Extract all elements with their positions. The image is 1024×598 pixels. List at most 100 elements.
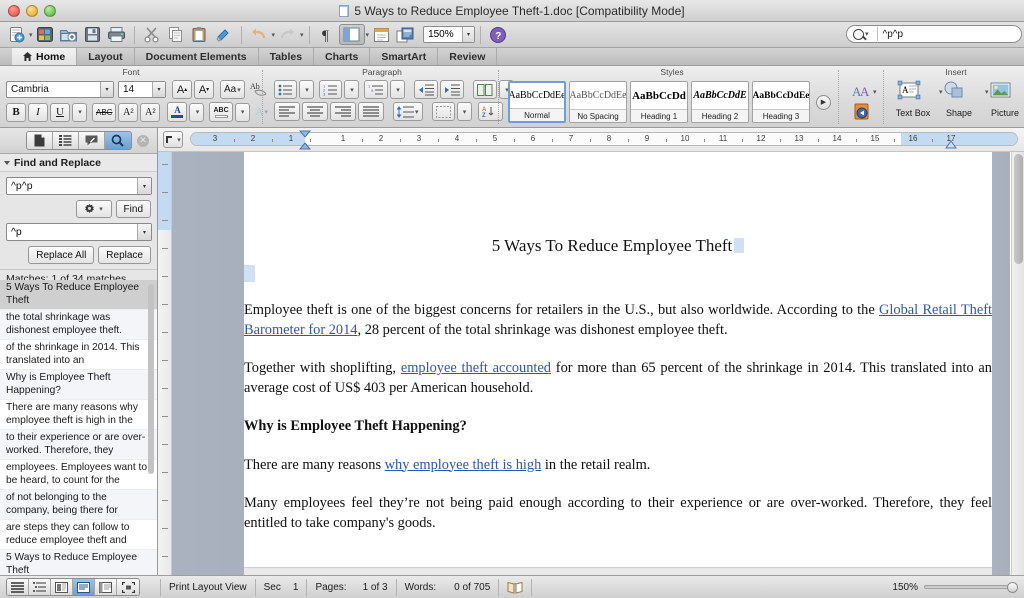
notebook-view-icon[interactable] [369, 24, 393, 46]
find-replace-header[interactable]: Find and Replace [0, 154, 157, 172]
font-name-chevron-icon[interactable]: ▾ [100, 82, 113, 97]
search-input[interactable]: ^p^p [883, 29, 904, 40]
list-item[interactable]: of not belonging to the company, being t… [0, 490, 157, 520]
line-spacing-button[interactable]: ▾ [393, 102, 423, 121]
replace-input[interactable]: ^p ▾ [6, 223, 152, 241]
tab-document-elements[interactable]: Document Elements [135, 48, 259, 65]
document-scrollbar-thumb[interactable] [1014, 154, 1023, 264]
superscript-button[interactable]: A2 [118, 102, 139, 122]
sidebar-tab-group[interactable] [25, 131, 132, 150]
search-results-list[interactable]: 5 Ways To Reduce Employee Theft the tota… [0, 280, 157, 575]
align-left-button[interactable] [274, 102, 300, 121]
new-document-icon[interactable] [4, 24, 28, 46]
font-name-input[interactable]: Cambria ▾ [6, 81, 114, 98]
style-heading-1[interactable]: AaBbCcDd Heading 1 [630, 81, 688, 123]
insert-picture-button[interactable]: ▾ Picture [982, 80, 1024, 118]
view-outline-button[interactable] [29, 579, 51, 595]
find-settings-button[interactable]: ▾ [75, 200, 112, 218]
document-vertical-scrollbar[interactable] [1011, 152, 1024, 575]
paragraph-1[interactable]: Employee theft is one of the biggest con… [244, 301, 992, 340]
font-color-button[interactable]: A [167, 102, 188, 122]
media-button[interactable] [851, 102, 875, 121]
find-input[interactable]: ^p^p ▾ [6, 177, 152, 195]
underline-button[interactable]: U [50, 102, 70, 122]
sidebar-tab-document-map[interactable] [26, 132, 53, 149]
bullet-list-chevron-icon[interactable]: ▾ [299, 80, 314, 99]
right-indent-marker[interactable] [945, 140, 957, 149]
tab-home[interactable]: Home [12, 48, 78, 65]
minimize-button[interactable] [26, 4, 38, 17]
link-why-employee-theft-is-high[interactable]: why employee theft is high [385, 457, 542, 473]
paste-icon[interactable] [188, 24, 212, 46]
sidebar-toggle-icon[interactable] [338, 24, 365, 45]
shrink-font-button[interactable]: A ▾ [194, 80, 214, 99]
decrease-indent-button[interactable] [414, 80, 438, 99]
list-item[interactable]: of the shrinkage in 2014. This translate… [0, 340, 157, 370]
style-heading-3[interactable]: AaBbCcDdEe Heading 3 [752, 81, 810, 123]
redo-chevron-icon[interactable]: ▾ [300, 31, 304, 39]
list-item[interactable]: to their experience or are over-worked. … [0, 430, 157, 460]
vertical-ruler[interactable] [158, 152, 172, 575]
close-button[interactable] [8, 4, 20, 17]
italic-button[interactable]: I [28, 102, 48, 122]
publishing-layout-icon[interactable] [393, 24, 417, 46]
paragraph-2[interactable]: Together with shoplifting, employee thef… [244, 359, 992, 398]
replace-all-button[interactable]: Replace All [28, 246, 95, 264]
align-right-button[interactable] [330, 102, 356, 121]
borders-button[interactable] [431, 102, 455, 121]
themes-button[interactable]: AA ▾ [849, 82, 880, 101]
find-history-chevron-icon[interactable]: ▾ [137, 178, 151, 194]
style-heading-2[interactable]: AaBbCcDdE Heading 2 [691, 81, 749, 123]
bullet-list-button[interactable] [274, 80, 297, 99]
subscript-button[interactable]: A2 [140, 102, 161, 122]
track-changes-indicator[interactable] [499, 578, 533, 596]
highlight-button[interactable]: ABC [209, 102, 233, 122]
copy-icon[interactable] [164, 24, 188, 46]
tab-stop-selector[interactable]: ▾ [163, 131, 183, 148]
window-controls[interactable] [8, 4, 56, 17]
numbered-list-chevron-icon[interactable]: ▾ [344, 80, 359, 99]
tab-layout[interactable]: Layout [77, 48, 135, 65]
sidebar-tab-review[interactable] [78, 132, 105, 149]
multilevel-list-button[interactable]: 1a [364, 80, 388, 99]
page-canvas[interactable]: 5 Ways To Reduce Employee Theft Employee… [244, 152, 992, 575]
tab-smartart[interactable]: SmartArt [370, 48, 439, 65]
zoom-slider-knob[interactable] [1007, 582, 1018, 593]
font-size-input[interactable]: 14 ▾ [118, 81, 166, 98]
print-icon[interactable] [105, 24, 129, 46]
tab-review[interactable]: Review [438, 48, 498, 65]
borders-chevron-icon[interactable]: ▾ [456, 102, 472, 121]
save-icon[interactable] [81, 24, 105, 46]
view-notebook-layout-button[interactable] [95, 579, 117, 595]
align-center-button[interactable] [302, 102, 328, 121]
show-paragraph-marks-icon[interactable]: ¶ [315, 24, 339, 46]
undo-icon[interactable] [247, 24, 271, 46]
increase-indent-button[interactable] [440, 80, 464, 99]
find-button[interactable]: Find [115, 200, 151, 218]
list-item[interactable]: the total shrinkage was dishonest employ… [0, 310, 157, 340]
view-draft-button[interactable] [7, 579, 29, 595]
columns-button[interactable] [473, 80, 497, 99]
view-publishing-layout-button[interactable] [51, 579, 73, 595]
styles-more-button[interactable]: ▶ [816, 94, 831, 110]
indent-markers[interactable] [298, 130, 312, 150]
list-item[interactable]: 5 Ways to Reduce Employee Theft [0, 550, 157, 575]
zoom-slider[interactable] [924, 582, 1018, 593]
replace-history-chevron-icon[interactable]: ▾ [137, 224, 151, 240]
cut-icon[interactable] [140, 24, 164, 46]
zoom-stepper[interactable]: ▾ [462, 27, 475, 42]
list-item[interactable]: There are many reasons why employee thef… [0, 400, 157, 430]
list-item[interactable]: Why is Employee Theft Happening? [0, 370, 157, 400]
sidebar-tab-search[interactable] [104, 132, 131, 149]
list-item[interactable]: are steps they can follow to reduce empl… [0, 520, 157, 550]
section-heading-why-is-employee-theft-happening[interactable]: Why is Employee Theft Happening? [244, 417, 992, 437]
tab-charts[interactable]: Charts [314, 48, 371, 65]
numbered-list-button[interactable]: 123 [319, 80, 342, 99]
underline-chevron-icon[interactable]: ▾ [72, 102, 87, 122]
highlight-chevron-icon[interactable]: ▾ [234, 102, 250, 122]
font-color-chevron-icon[interactable]: ▾ [189, 102, 205, 122]
maximize-button[interactable] [44, 4, 56, 17]
list-item[interactable]: employees. Employees want to be heard, t… [0, 460, 157, 490]
horizontal-ruler[interactable]: ▾ 3 2 1 1 2 3 4 5 6 7 8 9 10 11 12 13 14… [158, 128, 1024, 152]
bold-button[interactable]: B [6, 102, 26, 122]
